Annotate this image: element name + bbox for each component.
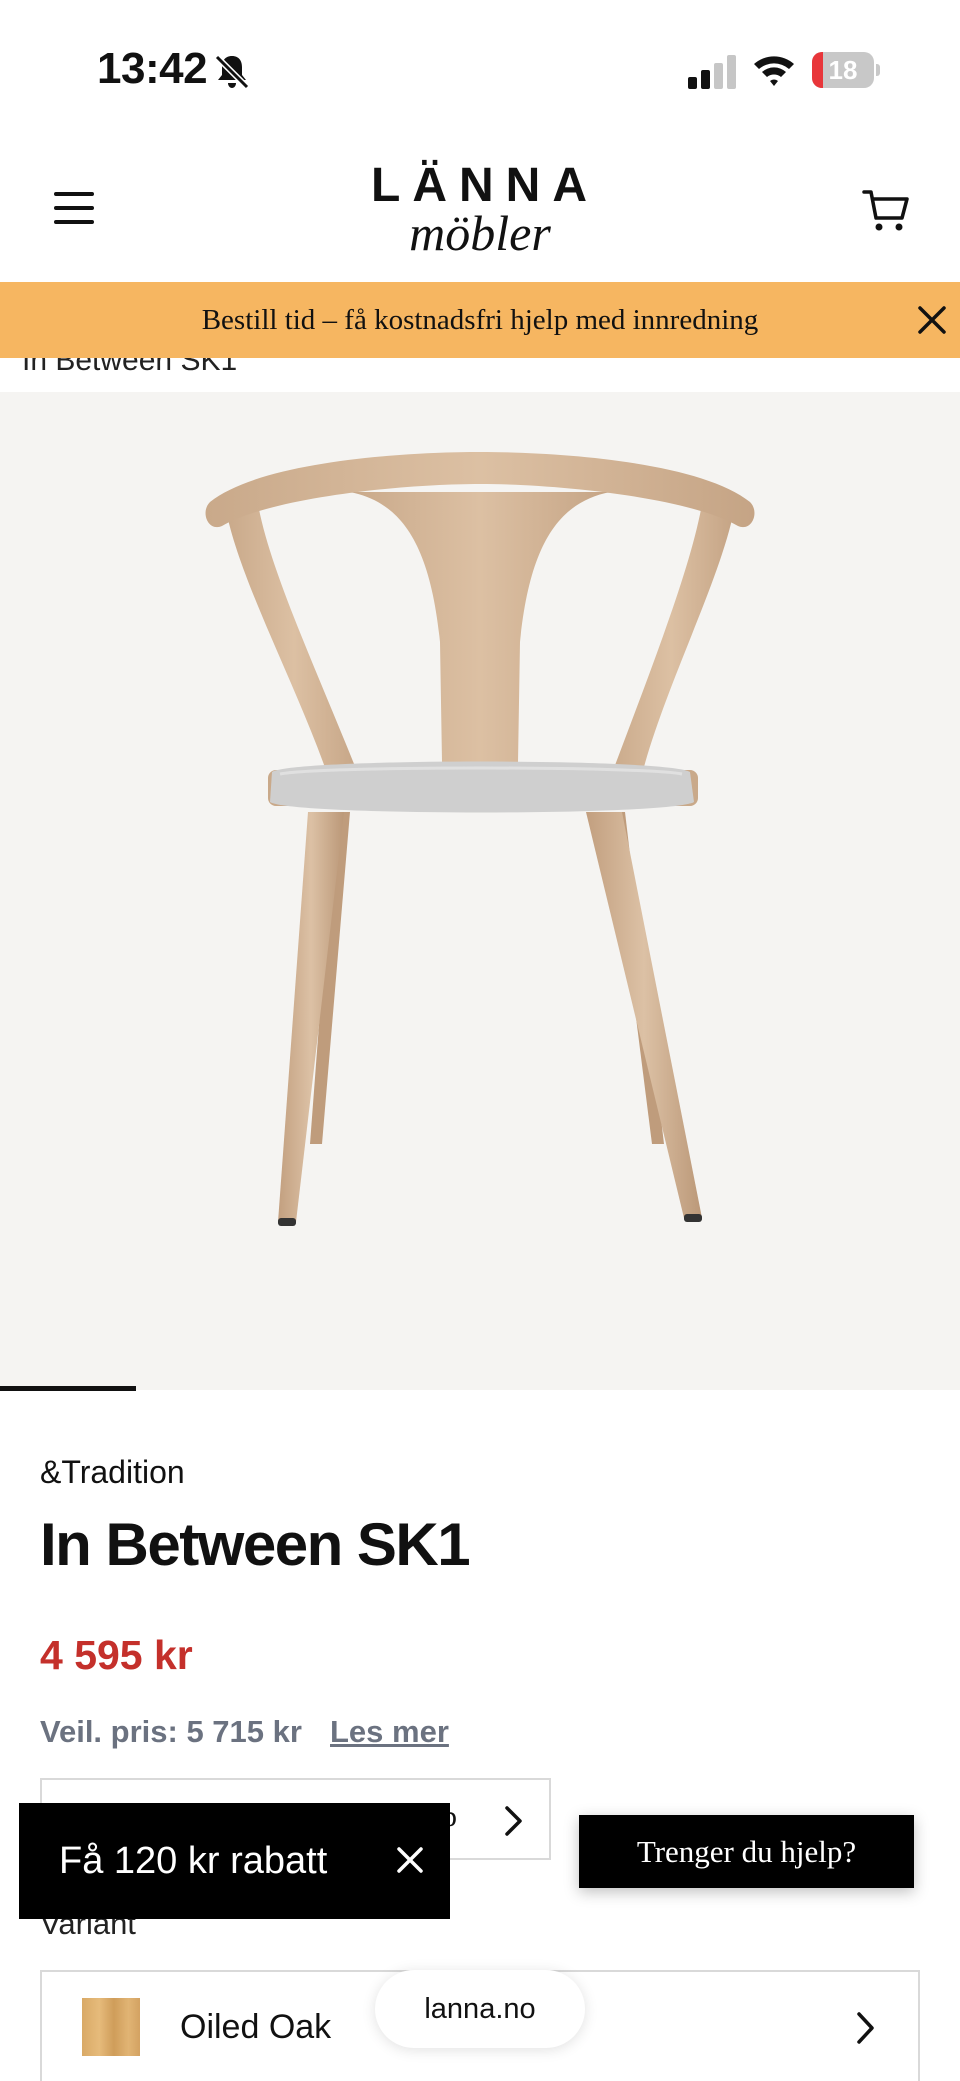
breadcrumb-current: In Between SK1 (22, 358, 238, 377)
cellular-signal-icon (688, 55, 736, 89)
product-title: In Between SK1 (40, 1511, 471, 1578)
help-button[interactable]: Trenger du hjelp? (579, 1815, 914, 1888)
variant-swatch (82, 1998, 140, 2056)
product-price: 4 595 kr (40, 1632, 193, 1678)
recommended-price: Veil. pris: 5 715 kr (40, 1714, 302, 1749)
site-header: LÄNNA möbler (0, 140, 960, 282)
chair-illustration (205, 452, 755, 1226)
battery-indicator: 18 (812, 52, 880, 88)
chevron-right-icon (505, 1806, 522, 1836)
close-icon[interactable] (393, 1843, 427, 1877)
breadcrumb: In Between SK1 (0, 358, 960, 392)
product-image[interactable] (0, 392, 960, 1390)
status-bar: 13:42 18 (0, 0, 960, 140)
logo-subtitle: möbler (409, 205, 551, 261)
chevron-right-icon (857, 2012, 874, 2044)
announcement-banner[interactable]: Bestill tid – få kostnadsfri hjelp med i… (0, 282, 960, 358)
site-logo[interactable]: LÄNNA möbler (330, 160, 630, 261)
bell-slash-icon (214, 54, 250, 90)
browser-url-bar[interactable]: lanna.no (375, 1970, 585, 2048)
variant-value: Oiled Oak (180, 2008, 332, 2046)
hamburger-menu-icon[interactable] (54, 192, 94, 224)
shopping-cart-icon[interactable] (862, 186, 910, 234)
banner-text[interactable]: Bestill tid – få kostnadsfri hjelp med i… (0, 282, 960, 358)
battery-level: 18 (828, 55, 858, 85)
product-brand[interactable]: &Tradition (40, 1454, 185, 1491)
gallery-progress-indicator (0, 1386, 136, 1391)
discount-popup-text[interactable]: Få 120 kr rabatt (59, 1803, 327, 1919)
close-icon[interactable] (916, 304, 948, 336)
wifi-icon (754, 56, 794, 86)
read-more-link[interactable]: Les mer (330, 1714, 449, 1750)
status-time: 13:42 (97, 44, 208, 93)
discount-popup[interactable]: Få 120 kr rabatt (19, 1803, 450, 1919)
